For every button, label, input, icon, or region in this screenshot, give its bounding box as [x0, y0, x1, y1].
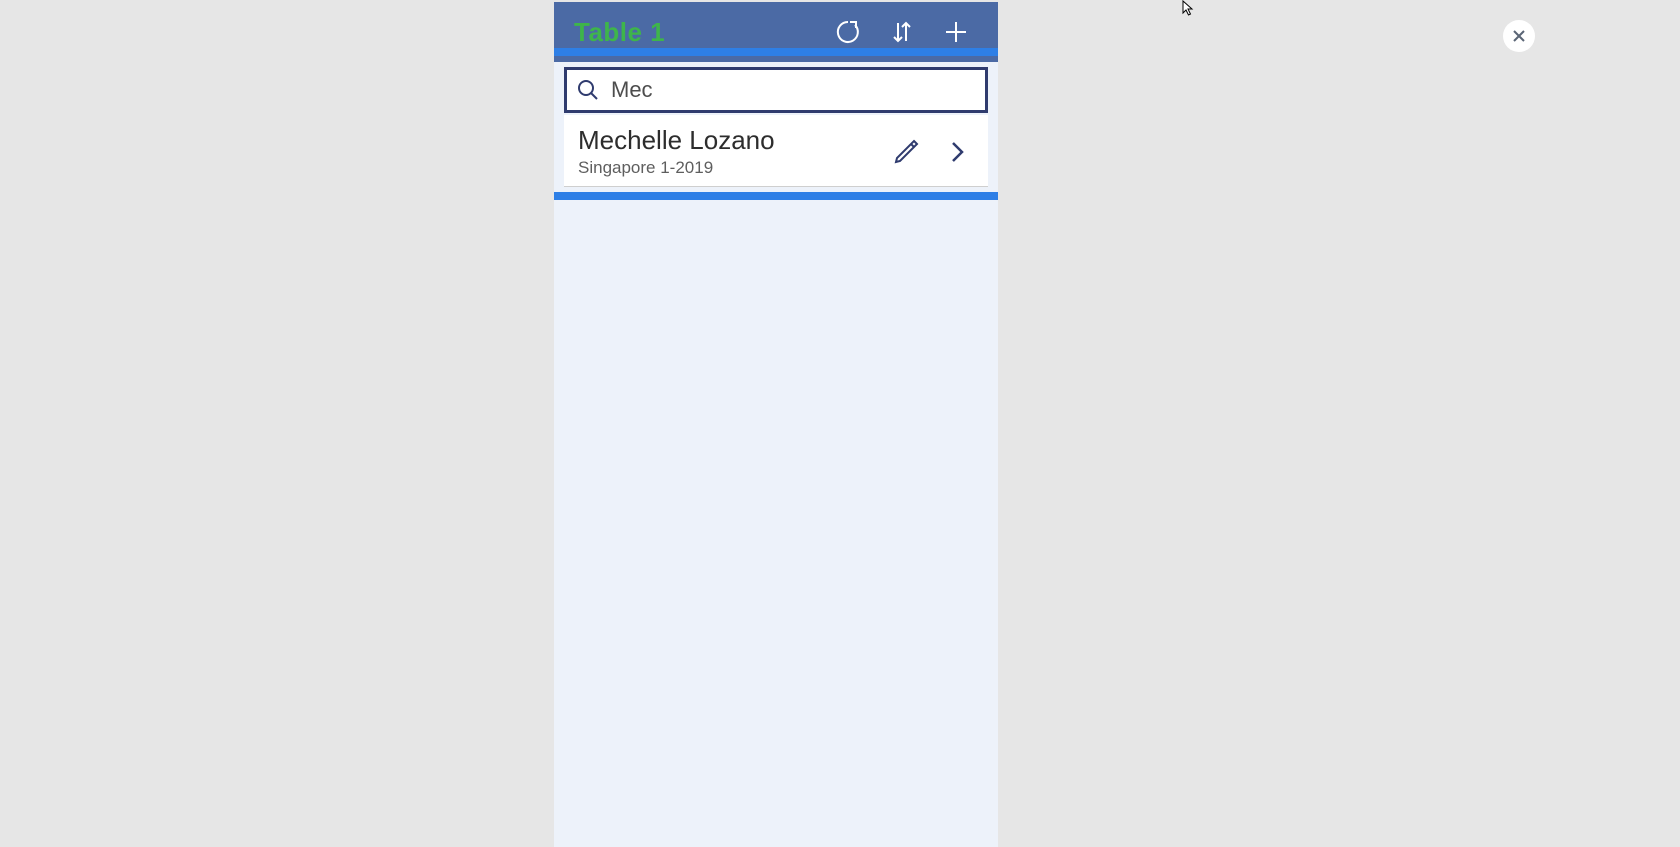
result-row[interactable]: Mechelle Lozano Singapore 1-2019 — [564, 115, 988, 187]
result-actions — [890, 136, 974, 168]
sort-button[interactable] — [880, 10, 924, 54]
search-icon — [575, 77, 601, 103]
close-icon — [1511, 28, 1527, 44]
add-button[interactable] — [934, 10, 978, 54]
close-button[interactable] — [1503, 20, 1535, 52]
app-frame: Table 1 — [554, 2, 998, 847]
search-input[interactable] — [611, 77, 977, 103]
edit-button[interactable] — [890, 136, 922, 168]
result-text-block: Mechelle Lozano Singapore 1-2019 — [578, 125, 890, 178]
app-header: Table 1 — [554, 2, 998, 62]
open-button[interactable] — [942, 136, 974, 168]
plus-icon — [943, 19, 969, 45]
search-container[interactable] — [564, 67, 988, 113]
result-subtitle: Singapore 1-2019 — [578, 158, 890, 178]
pencil-icon — [892, 138, 920, 166]
result-name: Mechelle Lozano — [578, 125, 890, 156]
refresh-button[interactable] — [826, 10, 870, 54]
app-title: Table 1 — [574, 17, 816, 48]
refresh-icon — [835, 19, 861, 45]
chevron-right-icon — [948, 138, 968, 166]
mouse-cursor — [1182, 0, 1196, 21]
sort-icon — [890, 19, 914, 45]
